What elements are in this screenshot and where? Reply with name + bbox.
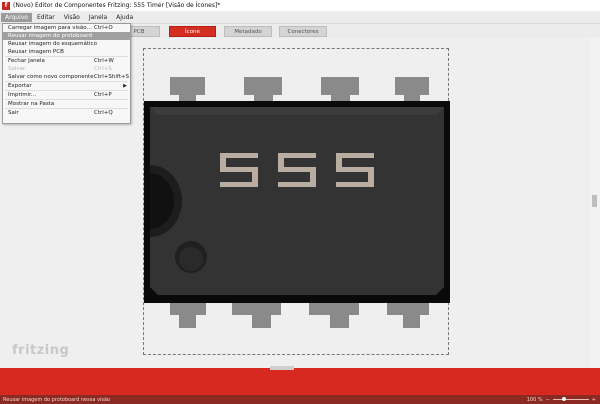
menu-item-salvar: Salvar Ctrl+S	[8, 66, 112, 72]
zoom-slider[interactable]	[552, 397, 589, 401]
menu-ajuda[interactable]: Ajuda	[112, 13, 137, 22]
tab-icone[interactable]: Ícone	[169, 26, 216, 37]
splitter-handle[interactable]	[270, 366, 294, 370]
menu-editar[interactable]: Editar	[33, 13, 59, 22]
scrollbar-thumb[interactable]	[592, 195, 597, 207]
part-bounding-box[interactable]	[143, 48, 450, 356]
tab-metadado[interactable]: Metadado	[224, 26, 272, 37]
bottom-panel	[0, 368, 600, 395]
menu-arquivo[interactable]: Arquivo	[1, 12, 32, 22]
menu-item-salvar-como-novo[interactable]: Salvar como novo componente Ctrl+Shift+S	[3, 73, 130, 81]
zoom-out-icon[interactable]: −	[546, 397, 550, 403]
menu-item-mostrar-na-pasta[interactable]: Mostrar na Pasta	[3, 100, 130, 108]
zoom-in-icon[interactable]: +	[592, 397, 596, 403]
menu-item-carregar-imagem[interactable]: Carregar imagem para visão... Ctrl+O	[3, 24, 130, 32]
title-bar: f (Novo) Editor de Componentes Fritzing:…	[0, 0, 600, 11]
status-message: Reusar imagem do protoboard nessa visão	[3, 396, 111, 403]
menu-item-fechar-janela[interactable]: Fechar Janela Ctrl+W	[3, 57, 130, 65]
menu-item-reusar-esquematico[interactable]: Reusar imagem do esquemático	[3, 40, 130, 48]
menu-item-imprimir[interactable]: Imprimir... Ctrl+P	[3, 91, 130, 99]
menu-item-reusar-protoboard[interactable]: Reusar imagem do protoboard	[3, 32, 130, 40]
zoom-slider-handle[interactable]	[561, 397, 566, 401]
tab-conectores[interactable]: Conectores	[279, 26, 327, 37]
file-menu-dropdown: Carregar imagem para visão... Ctrl+O Reu…	[2, 23, 131, 124]
status-bar: Reusar imagem do protoboard nessa visão …	[0, 395, 600, 404]
zoom-control: 100 % − +	[527, 395, 596, 404]
window-title: (Novo) Editor de Componentes Fritzing: 5…	[13, 2, 221, 9]
fritzing-app-icon: f	[2, 1, 10, 10]
submenu-arrow-icon: ▶	[123, 83, 127, 89]
menu-visao[interactable]: Visão	[60, 13, 84, 22]
menu-janela[interactable]: Janela	[85, 13, 111, 22]
menu-item-exportar[interactable]: Exportar ▶	[3, 82, 130, 90]
vertical-scrollbar[interactable]	[590, 38, 600, 368]
menu-item-sair[interactable]: Sair Ctrl+Q	[3, 109, 130, 117]
fritzing-logo: fritzing	[12, 343, 70, 358]
menu-item-reusar-pcb[interactable]: Reusar imagem PCB	[3, 48, 130, 56]
zoom-level: 100 %	[526, 396, 543, 403]
ic-555-graphic[interactable]	[144, 49, 450, 356]
